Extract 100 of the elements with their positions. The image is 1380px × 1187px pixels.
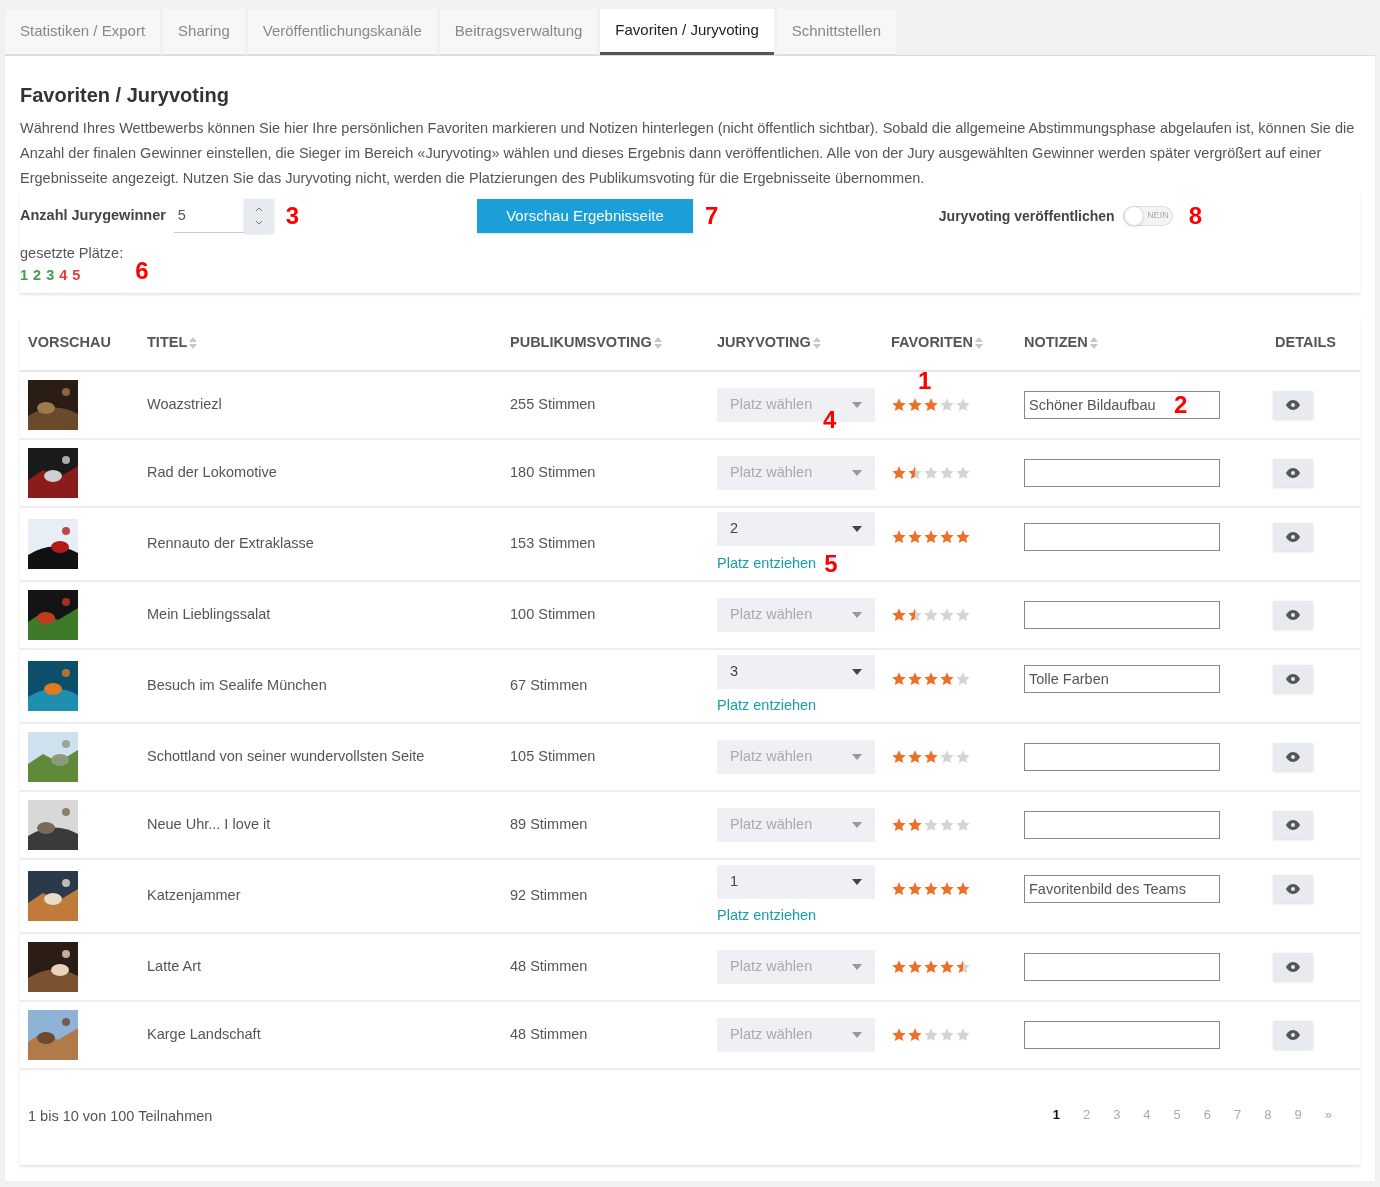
place-select[interactable]: Platz wählen	[717, 739, 875, 774]
note-field[interactable]	[1024, 952, 1220, 981]
page-link[interactable]: »	[1324, 1105, 1332, 1125]
details-button[interactable]	[1273, 810, 1313, 839]
star-icon[interactable]	[907, 1026, 923, 1043]
remove-place-link[interactable]: Platz entziehen	[717, 904, 817, 927]
place-select[interactable]: Platz wählen	[717, 1017, 875, 1052]
sort-icon[interactable]	[189, 337, 198, 349]
star-icon[interactable]	[955, 816, 971, 833]
star-icon[interactable]	[907, 816, 923, 833]
star-icon[interactable]	[939, 748, 955, 765]
star-icon[interactable]	[923, 1026, 939, 1043]
details-button[interactable]	[1273, 390, 1313, 419]
sort-icon[interactable]	[1089, 337, 1098, 349]
remove-place-link[interactable]: Platz entziehen	[717, 552, 817, 575]
details-button[interactable]	[1273, 952, 1313, 981]
details-button[interactable]	[1273, 664, 1313, 693]
star-icon[interactable]	[955, 670, 971, 687]
page-link[interactable]: 7	[1234, 1105, 1242, 1125]
star-icon[interactable]	[939, 528, 955, 545]
page-link[interactable]: 1	[1052, 1105, 1060, 1125]
column-header[interactable]: PUBLIKUMSVOTING	[510, 332, 652, 354]
details-button[interactable]	[1273, 522, 1313, 551]
tab[interactable]: Sharing	[163, 9, 245, 55]
tab[interactable]: Veröffentlichungskanäle	[247, 9, 437, 55]
sort-icon[interactable]	[812, 337, 821, 349]
page-link[interactable]: 9	[1294, 1105, 1302, 1125]
star-icon[interactable]	[939, 396, 955, 413]
place-select[interactable]: Platz wählen	[717, 597, 875, 632]
star-icon[interactable]	[955, 528, 971, 545]
place-select[interactable]: 1	[717, 864, 875, 899]
note-field[interactable]	[1024, 458, 1220, 487]
note-field[interactable]	[1024, 600, 1220, 629]
tab[interactable]: Beitragsverwaltung	[439, 9, 598, 55]
page-link[interactable]: 2	[1082, 1105, 1091, 1125]
winners-stepper[interactable]: 5	[173, 199, 274, 233]
star-icon[interactable]	[907, 958, 923, 975]
note-field[interactable]	[1024, 522, 1220, 551]
star-icon[interactable]	[939, 816, 955, 833]
column-header[interactable]: FAVORITEN	[891, 332, 973, 354]
tab[interactable]: Schnittstellen	[776, 9, 896, 55]
star-icon[interactable]	[891, 528, 907, 545]
publish-toggle[interactable]: NEIN	[1122, 206, 1173, 226]
details-button[interactable]	[1273, 1020, 1313, 1049]
star-icon[interactable]	[923, 958, 939, 975]
column-header[interactable]: NOTIZEN	[1024, 332, 1088, 354]
page-link[interactable]: 5	[1173, 1105, 1181, 1125]
note-field[interactable]	[1024, 742, 1220, 771]
note-field[interactable]	[1024, 1020, 1220, 1049]
star-icon[interactable]	[955, 1026, 971, 1043]
page-link[interactable]: 8	[1264, 1105, 1272, 1125]
star-icon[interactable]	[923, 606, 939, 623]
star-icon[interactable]	[923, 528, 939, 545]
star-icon[interactable]	[939, 606, 955, 623]
details-button[interactable]	[1273, 874, 1313, 903]
star-icon[interactable]	[939, 958, 955, 975]
note-field[interactable]	[1024, 810, 1220, 839]
page-link[interactable]: 3	[1113, 1105, 1121, 1125]
star-icon[interactable]	[907, 528, 923, 545]
star-icon[interactable]	[955, 880, 971, 897]
place-select[interactable]: 3	[717, 654, 875, 689]
star-icon[interactable]	[955, 748, 971, 765]
star-icon[interactable]	[891, 748, 907, 765]
place-select[interactable]: Platz wählen	[717, 807, 875, 842]
column-header[interactable]: JURYVOTING	[717, 332, 811, 354]
star-icon[interactable]	[891, 880, 907, 897]
star-icon[interactable]	[907, 880, 923, 897]
star-icon[interactable]	[891, 816, 907, 833]
star-icon[interactable]	[907, 396, 923, 413]
star-icon[interactable]	[907, 670, 923, 687]
star-icon[interactable]	[955, 464, 971, 481]
place-select[interactable]: Platz wählen	[717, 949, 875, 984]
star-icon[interactable]	[939, 1026, 955, 1043]
star-icon[interactable]	[955, 606, 971, 623]
sort-icon[interactable]	[974, 337, 983, 349]
star-icon[interactable]	[939, 464, 955, 481]
star-icon[interactable]	[955, 958, 971, 975]
column-header[interactable]: TITEL	[147, 332, 188, 354]
star-icon[interactable]	[939, 880, 955, 897]
star-icon[interactable]	[891, 1026, 907, 1043]
remove-place-link[interactable]: Platz entziehen	[717, 694, 817, 717]
page-link[interactable]: 6	[1203, 1105, 1212, 1125]
place-select[interactable]: 2	[717, 511, 875, 546]
tab[interactable]: Statistiken / Export	[5, 9, 161, 55]
star-icon[interactable]	[891, 606, 907, 623]
place-select[interactable]: Platz wählen	[717, 455, 875, 490]
note-field[interactable]: Tolle Farben	[1024, 664, 1220, 693]
star-icon[interactable]	[907, 606, 923, 623]
star-icon[interactable]	[939, 670, 955, 687]
star-icon[interactable]	[907, 748, 923, 765]
star-icon[interactable]	[923, 880, 939, 897]
star-icon[interactable]	[907, 464, 923, 481]
details-button[interactable]	[1273, 600, 1313, 629]
star-icon[interactable]	[923, 748, 939, 765]
star-icon[interactable]	[891, 396, 907, 413]
chevron-up-icon[interactable]	[254, 205, 263, 212]
star-icon[interactable]	[923, 396, 939, 413]
star-icon[interactable]	[923, 464, 939, 481]
star-icon[interactable]	[955, 396, 971, 413]
sort-icon[interactable]	[653, 337, 662, 349]
